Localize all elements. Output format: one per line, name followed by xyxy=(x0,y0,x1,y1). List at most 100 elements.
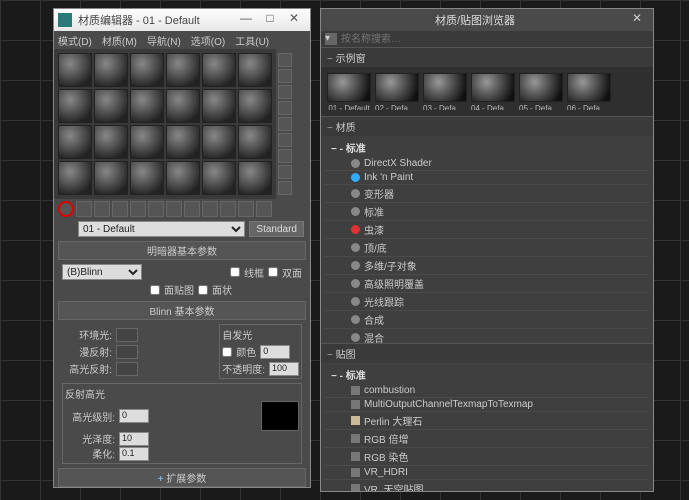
wire-checkbox[interactable] xyxy=(230,267,240,277)
tree-item[interactable]: 顶/底 xyxy=(325,239,649,257)
make-copy-icon[interactable] xyxy=(130,201,146,217)
preview-item[interactable]: 02 - Defaul... xyxy=(375,73,419,110)
tree-item[interactable]: Perlin 大理石 xyxy=(325,412,649,430)
opacity-spinner[interactable]: 100 xyxy=(269,362,299,376)
tool-options-icon[interactable] xyxy=(278,149,292,163)
material-type-button[interactable]: Standard xyxy=(249,221,304,237)
ambient-swatch[interactable] xyxy=(116,328,138,342)
material-id-icon[interactable] xyxy=(184,201,200,217)
material-slot[interactable] xyxy=(202,125,236,159)
tool-sample-uv-icon[interactable] xyxy=(278,101,292,115)
spec-level-map-slot[interactable] xyxy=(153,410,165,422)
tree-item[interactable]: DirectX Shader xyxy=(325,157,649,171)
tool-make-preview-icon[interactable] xyxy=(278,133,292,147)
group-materials[interactable]: 材质 xyxy=(321,116,653,136)
pick-material-icon[interactable] xyxy=(60,222,74,236)
tree-item[interactable]: VR_天空贴图 xyxy=(325,480,649,491)
tree-item[interactable]: 多维/子对象 xyxy=(325,257,649,275)
shader-select[interactable]: (B)Blinn xyxy=(62,264,142,280)
close-button[interactable]: ✕ xyxy=(625,11,649,29)
diffuse-swatch[interactable] xyxy=(116,345,138,359)
gloss-spinner[interactable]: 10 xyxy=(119,432,149,446)
material-slot[interactable] xyxy=(58,125,92,159)
material-slot[interactable] xyxy=(130,53,164,87)
go-to-parent-icon[interactable] xyxy=(238,201,254,217)
material-slot[interactable] xyxy=(130,125,164,159)
material-slot[interactable] xyxy=(202,161,236,195)
titlebar[interactable]: 材质编辑器 - 01 - Default — □ ✕ xyxy=(54,9,310,31)
material-slot[interactable] xyxy=(238,89,272,123)
titlebar[interactable]: 材质/贴图浏览器 ✕ xyxy=(321,9,653,31)
menu-mode[interactable]: 模式(D) xyxy=(58,33,92,48)
get-material-icon[interactable] xyxy=(58,201,74,217)
material-slot[interactable] xyxy=(166,161,200,195)
menu-material[interactable]: 材质(M) xyxy=(102,33,137,48)
tool-video-color-icon[interactable] xyxy=(278,117,292,131)
tree-item[interactable]: 虫漆 xyxy=(325,221,649,239)
tree-item[interactable]: Ink 'n Paint xyxy=(325,171,649,185)
selfillum-spinner[interactable]: 0 xyxy=(260,345,290,359)
tree-item[interactable]: 混合 xyxy=(325,329,649,343)
diffuse-map-slot[interactable] xyxy=(142,346,154,358)
maximize-button[interactable]: □ xyxy=(258,11,282,29)
category-standard[interactable]: - 标准 xyxy=(325,138,649,157)
menu-options[interactable]: 选项(O) xyxy=(191,33,225,48)
material-slot[interactable] xyxy=(58,89,92,123)
material-slot[interactable] xyxy=(94,125,128,159)
options-icon[interactable]: ▾ xyxy=(325,33,337,45)
put-to-library-icon[interactable] xyxy=(166,201,182,217)
show-end-result-icon[interactable] xyxy=(220,201,236,217)
soften-spinner[interactable]: 0.1 xyxy=(119,447,149,461)
search-input[interactable] xyxy=(341,31,649,47)
tree-item[interactable]: 高级照明覆盖 xyxy=(325,275,649,293)
section-extended[interactable]: + 扩展参数 xyxy=(58,468,306,487)
tool-mat-map-nav-icon[interactable] xyxy=(278,181,292,195)
facemap-checkbox[interactable] xyxy=(150,285,160,295)
material-slot[interactable] xyxy=(130,89,164,123)
material-slot[interactable] xyxy=(166,125,200,159)
material-slot[interactable] xyxy=(238,53,272,87)
material-slot[interactable] xyxy=(130,161,164,195)
tool-sample-type-icon[interactable] xyxy=(278,53,292,67)
specular-swatch[interactable] xyxy=(116,362,138,376)
reset-map-icon[interactable] xyxy=(112,201,128,217)
material-slot[interactable] xyxy=(166,53,200,87)
material-slot[interactable] xyxy=(58,161,92,195)
group-sample[interactable]: 示例窗 xyxy=(321,47,653,67)
preview-item[interactable]: 06 - Defaul... xyxy=(567,73,611,110)
material-slot[interactable] xyxy=(58,53,92,87)
menu-tools[interactable]: 工具(U) xyxy=(235,33,269,48)
tree-item[interactable]: VR_HDRI xyxy=(325,466,649,480)
material-slot[interactable] xyxy=(238,161,272,195)
put-to-scene-icon[interactable] xyxy=(76,201,92,217)
material-slot[interactable] xyxy=(202,53,236,87)
go-forward-icon[interactable] xyxy=(256,201,272,217)
close-button[interactable]: ✕ xyxy=(282,11,306,29)
tree-item[interactable]: RGB 倍增 xyxy=(325,430,649,448)
material-slot[interactable] xyxy=(238,125,272,159)
tool-background-icon[interactable] xyxy=(278,85,292,99)
faceted-checkbox[interactable] xyxy=(198,285,208,295)
preview-item[interactable]: 04 - Defaul... xyxy=(471,73,515,110)
gloss-map-slot[interactable] xyxy=(153,433,165,445)
preview-item[interactable]: 01 - Default xyxy=(327,73,371,110)
show-in-viewport-icon[interactable] xyxy=(202,201,218,217)
preview-item[interactable]: 03 - Defaul... xyxy=(423,73,467,110)
material-name-select[interactable]: 01 - Default xyxy=(78,221,245,237)
group-maps[interactable]: 贴图 xyxy=(321,343,653,363)
make-unique-icon[interactable] xyxy=(148,201,164,217)
tree-item[interactable]: 光线跟踪 xyxy=(325,293,649,311)
material-slot[interactable] xyxy=(94,161,128,195)
tool-select-by-icon[interactable] xyxy=(278,165,292,179)
menu-nav[interactable]: 导航(N) xyxy=(147,33,181,48)
category-standard-maps[interactable]: - 标准 xyxy=(325,365,649,384)
tree-item[interactable]: MultiOutputChannelTexmapToTexmap xyxy=(325,398,649,412)
tool-backlight-icon[interactable] xyxy=(278,69,292,83)
section-shader-params[interactable]: 明暗器基本参数 xyxy=(58,241,306,260)
material-slot[interactable] xyxy=(166,89,200,123)
tree-item[interactable]: 合成 xyxy=(325,311,649,329)
two-sided-checkbox[interactable] xyxy=(268,267,278,277)
assign-to-selection-icon[interactable] xyxy=(94,201,110,217)
section-blinn-params[interactable]: Blinn 基本参数 xyxy=(58,301,306,320)
material-slot[interactable] xyxy=(94,89,128,123)
